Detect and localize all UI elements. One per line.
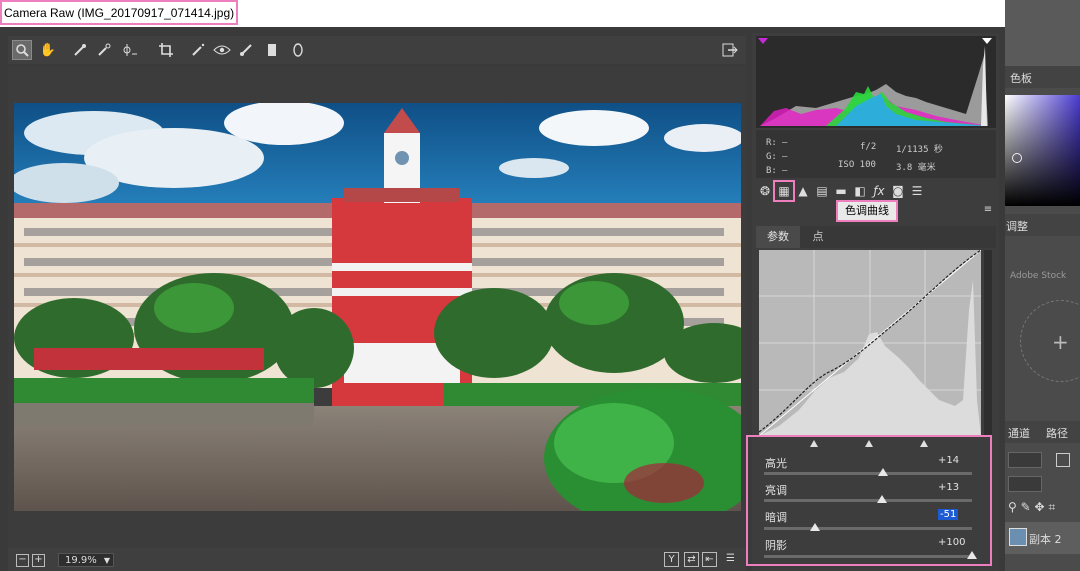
iso-value: ISO 100: [838, 160, 876, 170]
r-label: R:: [766, 138, 777, 148]
color-sampler-tool-icon[interactable]: [94, 40, 114, 60]
color-picker-cursor[interactable]: [1012, 153, 1022, 163]
shadows-label: 阴影: [765, 539, 787, 552]
darks-value[interactable]: -51: [938, 509, 959, 520]
presets-panel-icon[interactable]: ☰: [909, 183, 925, 199]
zoom-in-button[interactable]: +: [32, 554, 45, 567]
highlights-label: 高光: [765, 457, 787, 470]
darks-label: 暗调: [765, 511, 787, 524]
shutter-value: 1/1135 秒: [896, 145, 943, 155]
targeted-adjustment-tool-icon[interactable]: [120, 40, 140, 60]
layer-row[interactable]: 副本 2: [1005, 522, 1080, 554]
darks-value-field[interactable]: -51: [938, 509, 959, 520]
tab-adjustments[interactable]: 调整: [1006, 218, 1028, 234]
red-eye-tool-icon[interactable]: [212, 40, 232, 60]
r-value: —: [782, 138, 788, 148]
add-icon[interactable]: +: [1052, 330, 1069, 354]
darks-track[interactable]: [764, 527, 972, 530]
open-preferences-icon[interactable]: [720, 40, 740, 60]
histogram: [756, 36, 996, 128]
lens-corrections-panel-icon[interactable]: ◧: [852, 183, 868, 199]
shadows-slider-thumb[interactable]: [967, 551, 977, 559]
zoom-level-select[interactable]: 19.9% ▼: [58, 553, 114, 567]
color-picker-field[interactable]: [1005, 95, 1080, 206]
effects-panel-icon[interactable]: ƒx: [871, 183, 887, 199]
zoom-out-button[interactable]: −: [16, 554, 29, 567]
copy-settings-icon[interactable]: ⇤: [702, 552, 717, 567]
settings-sliders-icon[interactable]: ☰: [724, 552, 737, 565]
lights-slider-thumb[interactable]: [876, 495, 887, 503]
g-label: G:: [766, 152, 777, 162]
hand-tool-icon[interactable]: ✋: [38, 40, 58, 60]
lock-icons[interactable]: ⚲ ✎ ✥ ⌗: [1008, 500, 1055, 515]
tone-curve-tooltip: 色调曲线: [836, 200, 898, 222]
shadows-track[interactable]: [764, 555, 972, 558]
curve-scrollbar[interactable]: [984, 250, 992, 436]
basic-panel-icon[interactable]: ❂: [757, 183, 773, 199]
blend-mode-select[interactable]: [1008, 452, 1042, 468]
image-filter-icon[interactable]: [1056, 453, 1070, 467]
before-after-toggle-icon[interactable]: Y: [664, 552, 679, 567]
tab-paths[interactable]: 路径: [1046, 425, 1068, 441]
swap-settings-icon[interactable]: ⇄: [684, 552, 699, 567]
lights-track[interactable]: [764, 499, 972, 502]
detail-panel-icon[interactable]: ▲: [795, 183, 811, 199]
tab-point[interactable]: 点: [800, 226, 836, 248]
hsl-panel-icon[interactable]: ▤: [814, 183, 830, 199]
adobe-stock-label: Adobe Stock: [1010, 271, 1067, 281]
g-value: —: [782, 152, 788, 162]
zoom-level-value: 19.9%: [65, 555, 97, 566]
tone-curve-graph[interactable]: [758, 249, 982, 437]
chevron-down-icon: ▼: [103, 556, 110, 565]
adjustment-brush-icon[interactable]: [236, 40, 256, 60]
status-bar: − + 19.9% ▼ Y ⇄ ⇤ ☰: [8, 548, 746, 571]
highlights-track[interactable]: [764, 472, 972, 475]
camera-calibration-panel-icon[interactable]: ◙: [890, 183, 906, 199]
shadows-value[interactable]: +100: [938, 537, 965, 548]
white-balance-tool-icon[interactable]: [70, 40, 90, 60]
tool-bar: ✋: [8, 36, 746, 64]
lights-label: 亮调: [765, 484, 787, 497]
tone-curve-tab-highlight: [773, 180, 795, 202]
spot-removal-tool-icon[interactable]: [188, 40, 208, 60]
panel-menu-icon[interactable]: ≡: [980, 202, 996, 218]
focal-length-value: 3.8 毫米: [896, 163, 936, 173]
tab-parametric[interactable]: 参数: [756, 226, 800, 248]
tab-swatches[interactable]: 色板: [1010, 70, 1032, 86]
darks-slider-thumb[interactable]: [809, 523, 820, 531]
exif-readouts: R: — G: — B: — f/2 1/1135 秒 ISO 100 3.8 …: [756, 130, 996, 178]
graduated-filter-icon[interactable]: [262, 40, 282, 60]
aperture-value: f/2: [860, 142, 877, 152]
layer-thumbnail: [1009, 528, 1027, 546]
opacity-select[interactable]: [1008, 476, 1042, 492]
radial-filter-icon[interactable]: [288, 40, 308, 60]
split-toning-panel-icon[interactable]: ▬: [833, 183, 849, 199]
crop-tool-icon[interactable]: [156, 40, 176, 60]
lights-value[interactable]: +13: [938, 482, 959, 493]
b-label: B:: [766, 166, 777, 176]
photoshop-top-area: [1005, 0, 1080, 66]
layer-name[interactable]: 副本 2: [1029, 531, 1062, 547]
highlights-slider-thumb[interactable]: [877, 468, 888, 476]
zoom-tool-icon[interactable]: [12, 40, 32, 60]
b-value: —: [782, 166, 788, 176]
highlights-value[interactable]: +14: [938, 455, 959, 466]
title-highlight-box: [0, 0, 238, 25]
preview-image[interactable]: [14, 103, 741, 511]
tab-channels[interactable]: 通道: [1008, 425, 1030, 441]
